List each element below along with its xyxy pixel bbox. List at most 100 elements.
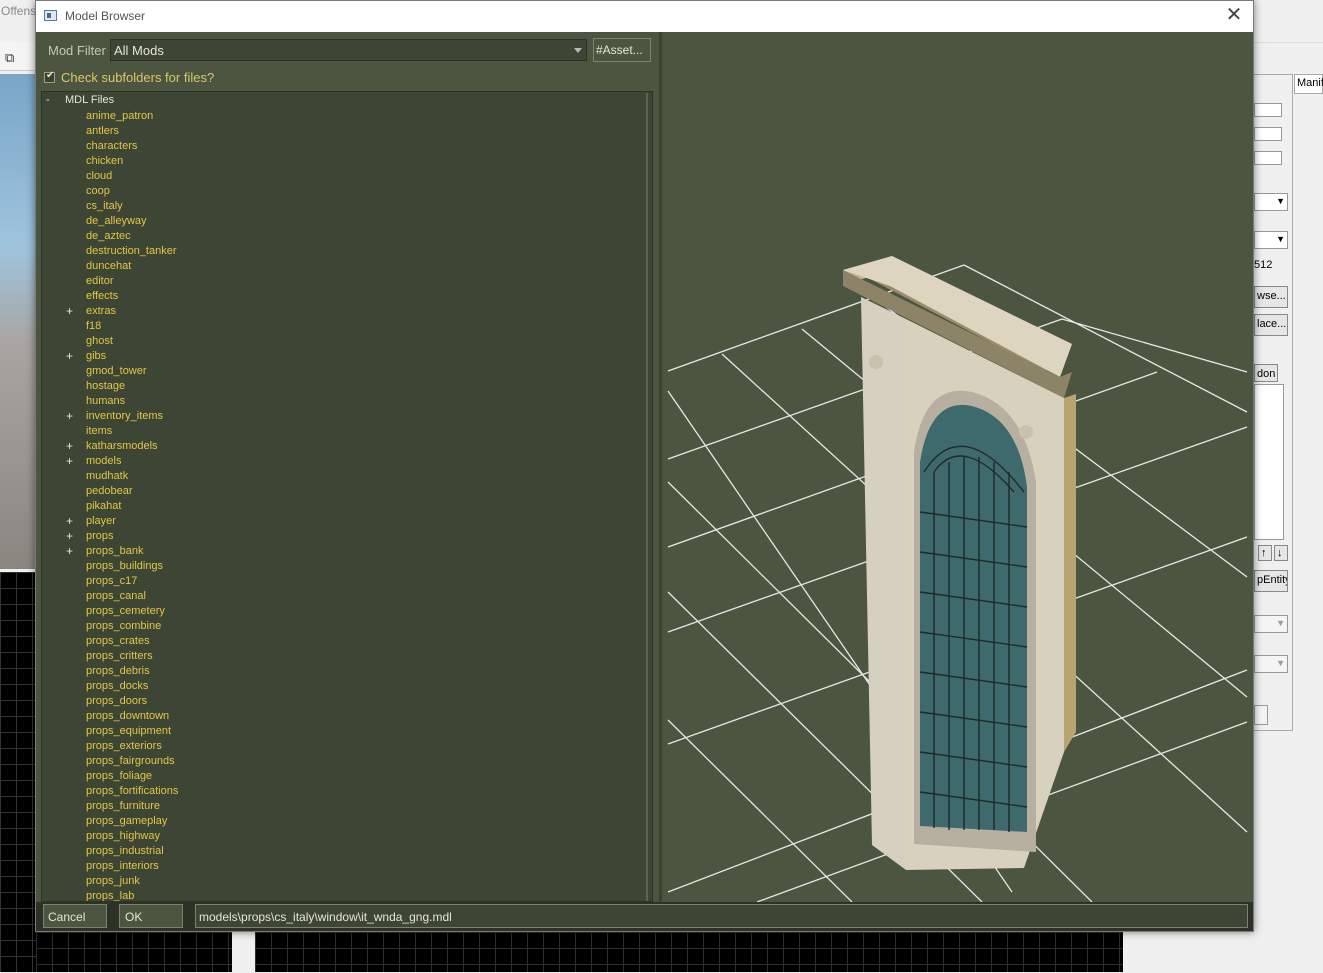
tree-folder-item[interactable]: + gibs bbox=[42, 349, 652, 364]
tree-folder-item[interactable]: antlers bbox=[42, 124, 652, 139]
tree-folder-item[interactable]: props_c17 bbox=[42, 574, 652, 589]
tree-expand-toggle[interactable]: + bbox=[66, 514, 76, 528]
background-2d-viewport-bottom-left[interactable] bbox=[36, 932, 232, 972]
tree-folder-item[interactable]: hostage bbox=[42, 379, 652, 394]
bg-field-4[interactable] bbox=[1254, 705, 1268, 725]
tree-folder-item[interactable]: coop bbox=[42, 184, 652, 199]
bg-don-button[interactable]: don bbox=[1254, 364, 1278, 382]
tree-folder-item[interactable]: props_crates bbox=[42, 634, 652, 649]
tree-folder-item[interactable]: items bbox=[42, 424, 652, 439]
tree-folder-item[interactable]: props_interiors bbox=[42, 859, 652, 874]
model-tree[interactable]: - MDL Files anime_patron antlers characters… bbox=[41, 91, 653, 902]
ok-button[interactable]: OK bbox=[119, 904, 183, 928]
subfolders-checkbox-label[interactable]: Check subfolders for files? bbox=[61, 70, 214, 85]
tree-collapse-toggle[interactable]: - bbox=[46, 94, 65, 106]
bg-dropdown-3[interactable]: ▼ bbox=[1254, 615, 1288, 633]
tree-folder-item[interactable]: props_docks bbox=[42, 679, 652, 694]
tree-folder-item[interactable]: + inventory_items bbox=[42, 409, 652, 424]
tree-folder-item[interactable]: props_canal bbox=[42, 589, 652, 604]
tree-folder-item[interactable]: + props bbox=[42, 529, 652, 544]
tree-folder-item[interactable]: + extras bbox=[42, 304, 652, 319]
copy-icon[interactable]: ⧉ bbox=[5, 50, 19, 65]
tree-folder-item[interactable]: + katharsmodels bbox=[42, 439, 652, 454]
tree-folder-label: humans bbox=[86, 395, 126, 407]
tree-folder-item[interactable]: pikahat bbox=[42, 499, 652, 514]
tree-folder-item[interactable]: anime_patron bbox=[42, 109, 652, 124]
bg-entity-button[interactable]: pEntity bbox=[1254, 570, 1288, 592]
tree-scrollbar[interactable] bbox=[646, 93, 648, 901]
tree-folder-item[interactable]: props_lab bbox=[42, 889, 652, 901]
bg-up-arrow-button[interactable]: ↑ bbox=[1258, 545, 1272, 561]
close-button[interactable]: ✕ bbox=[1223, 5, 1245, 27]
tree-folder-item[interactable]: props_junk bbox=[42, 874, 652, 889]
tree-folder-item[interactable]: destruction_tanker bbox=[42, 244, 652, 259]
tree-folder-item[interactable]: props_equipment bbox=[42, 724, 652, 739]
bg-manifest-tab[interactable]: Manif bbox=[1294, 74, 1323, 94]
tree-expand-toggle[interactable]: + bbox=[66, 544, 76, 558]
tree-folder-item[interactable]: props_doors bbox=[42, 694, 652, 709]
tree-folder-item[interactable]: props_highway bbox=[42, 829, 652, 844]
bg-down-arrow-button[interactable]: ↓ bbox=[1274, 545, 1288, 561]
tree-expand-toggle[interactable]: + bbox=[66, 439, 76, 453]
tree-folder-item[interactable]: de_aztec bbox=[42, 229, 652, 244]
tree-expand-toggle[interactable]: + bbox=[66, 349, 76, 363]
bg-field-1[interactable] bbox=[1254, 103, 1282, 117]
tree-folder-item[interactable]: props_downtown bbox=[42, 709, 652, 724]
tree-folder-item[interactable]: props_combine bbox=[42, 619, 652, 634]
bg-field-2[interactable] bbox=[1254, 127, 1282, 141]
tree-folder-item[interactable]: mudhatk bbox=[42, 469, 652, 484]
tree-folder-item[interactable]: props_exteriors bbox=[42, 739, 652, 754]
background-3d-viewport[interactable] bbox=[0, 74, 36, 569]
tree-expand-toggle[interactable]: + bbox=[66, 304, 76, 318]
tree-folder-item[interactable]: props_fortifications bbox=[42, 784, 652, 799]
tree-folder-item[interactable]: characters bbox=[42, 139, 652, 154]
bg-dropdown-2[interactable]: ▼ bbox=[1254, 231, 1288, 249]
tree-folder-item[interactable]: props_critters bbox=[42, 649, 652, 664]
bg-dropdown-4[interactable]: ▼ bbox=[1254, 655, 1288, 673]
tree-folder-label: props_downtown bbox=[86, 710, 170, 722]
tree-folder-item[interactable]: props_fairgrounds bbox=[42, 754, 652, 769]
bg-field-3[interactable] bbox=[1254, 151, 1282, 165]
tree-folder-item[interactable]: effects bbox=[42, 289, 652, 304]
mod-filter-select[interactable]: All Mods bbox=[110, 39, 587, 61]
tree-expand-toggle[interactable]: + bbox=[66, 409, 76, 423]
tree-folder-item[interactable]: props_debris bbox=[42, 664, 652, 679]
tree-folder-item[interactable]: props_cemetery bbox=[42, 604, 652, 619]
tree-folder-item[interactable]: cloud bbox=[42, 169, 652, 184]
title-bar[interactable]: Model Browser ✕ bbox=[36, 1, 1253, 32]
background-2d-viewport[interactable] bbox=[0, 572, 36, 972]
tree-folder-item[interactable]: props_gameplay bbox=[42, 814, 652, 829]
tree-folder-item[interactable]: + player bbox=[42, 514, 652, 529]
tree-folder-item[interactable]: de_alleyway bbox=[42, 214, 652, 229]
window-model bbox=[843, 256, 1076, 870]
bg-text-area[interactable] bbox=[1254, 384, 1284, 540]
tree-expand-toggle[interactable]: + bbox=[66, 529, 76, 543]
tree-folder-item[interactable]: pedobear bbox=[42, 484, 652, 499]
tree-expand-toggle[interactable]: + bbox=[66, 454, 76, 468]
tree-folder-item[interactable]: + models bbox=[42, 454, 652, 469]
asset-button[interactable]: #Asset... bbox=[593, 38, 651, 62]
tree-folder-item[interactable]: duncehat bbox=[42, 259, 652, 274]
bg-place-button[interactable]: lace... bbox=[1254, 314, 1288, 336]
tree-folder-item[interactable]: editor bbox=[42, 274, 652, 289]
cancel-button[interactable]: Cancel bbox=[43, 904, 107, 928]
tree-folder-item[interactable]: props_furniture bbox=[42, 799, 652, 814]
model-path-field[interactable]: models\props\cs_italy\window\it_wnda_gng… bbox=[195, 904, 1248, 928]
tree-folder-item[interactable]: cs_italy bbox=[42, 199, 652, 214]
tree-folder-item[interactable]: humans bbox=[42, 394, 652, 409]
tree-folder-item[interactable]: chicken bbox=[42, 154, 652, 169]
tree-folder-item[interactable]: props_buildings bbox=[42, 559, 652, 574]
bg-dropdown-1[interactable]: ▼ bbox=[1254, 193, 1288, 211]
bg-browse-button[interactable]: wse... bbox=[1254, 286, 1288, 308]
tree-folder-item[interactable]: gmod_tower bbox=[42, 364, 652, 379]
background-2d-viewport-bottom[interactable] bbox=[255, 932, 1123, 972]
tree-folder-item[interactable]: ghost bbox=[42, 334, 652, 349]
app-window-icon bbox=[44, 10, 57, 21]
tree-folder-item[interactable]: props_foliage bbox=[42, 769, 652, 784]
tree-folder-item[interactable]: props_industrial bbox=[42, 844, 652, 859]
tree-folder-item[interactable]: + props_bank bbox=[42, 544, 652, 559]
tree-root[interactable]: - MDL Files bbox=[46, 94, 114, 106]
model-preview-viewport[interactable] bbox=[662, 32, 1253, 902]
subfolders-checkbox[interactable]: ✔ bbox=[44, 70, 55, 83]
tree-folder-item[interactable]: f18 bbox=[42, 319, 652, 334]
